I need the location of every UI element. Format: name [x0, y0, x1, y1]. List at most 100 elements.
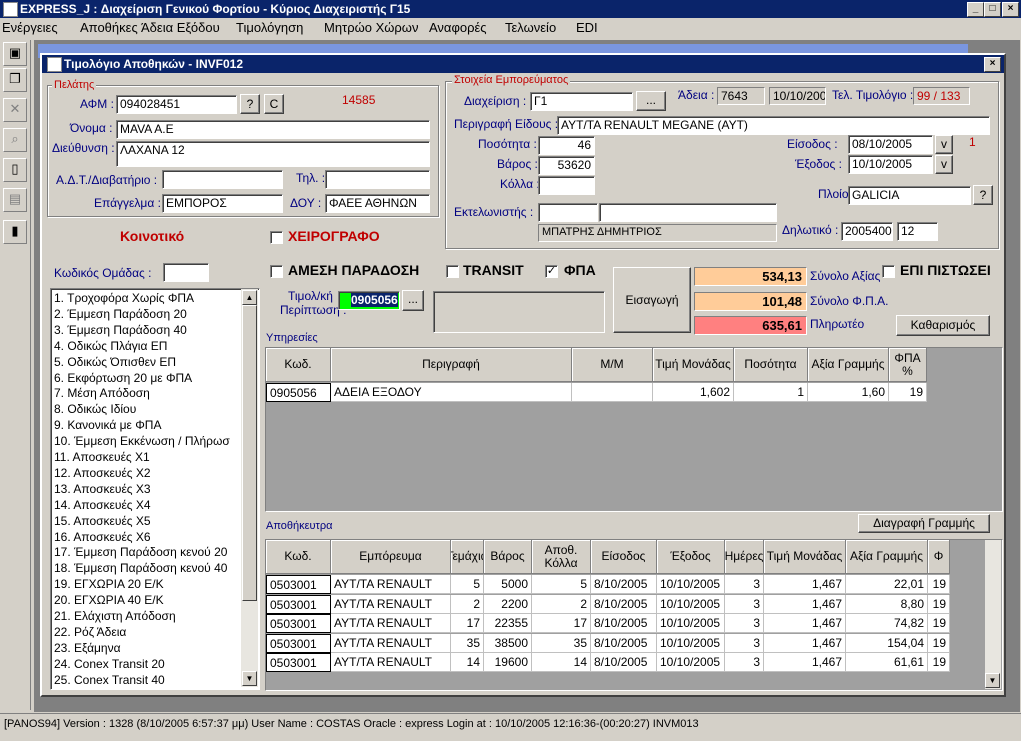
- group-list-item[interactable]: 12. Αποσκευές Χ2: [54, 466, 151, 480]
- table-cell[interactable]: 3: [725, 653, 764, 672]
- management-field[interactable]: Γ1: [530, 92, 633, 111]
- table-cell[interactable]: 1,60: [808, 383, 889, 402]
- group-list-item[interactable]: 24. Conex Transit 20: [54, 657, 165, 671]
- column-header[interactable]: ΦΠΑ %: [889, 348, 927, 382]
- table-cell[interactable]: 0503001: [266, 575, 331, 594]
- table-cell[interactable]: 0905056: [266, 383, 331, 402]
- table-cell[interactable]: 2: [451, 594, 484, 614]
- table-cell[interactable]: 19600: [484, 653, 532, 672]
- table-cell[interactable]: 22355: [484, 614, 532, 633]
- packages-field[interactable]: [538, 176, 595, 195]
- storage-scroll-down-icon[interactable]: ▼: [985, 673, 1000, 688]
- ship-lookup-button[interactable]: ?: [973, 185, 993, 205]
- group-list-item[interactable]: 21. Ελάχιστη Απόδοση: [54, 609, 176, 623]
- table-cell[interactable]: [572, 383, 653, 402]
- menu-exit-permit[interactable]: Άδεια Εξόδου: [141, 20, 220, 35]
- scroll-down-icon[interactable]: ▼: [242, 671, 257, 686]
- id-field[interactable]: [162, 170, 283, 189]
- table-cell[interactable]: 35: [532, 633, 591, 653]
- table-cell[interactable]: ΑΥΤ/ΤΑ RENAULT: [331, 633, 451, 653]
- table-cell[interactable]: 3: [725, 575, 764, 594]
- group-list-item[interactable]: 11. Αποσκευές Χ1: [54, 450, 150, 464]
- table-cell[interactable]: 8/10/2005: [591, 594, 657, 614]
- declaration-field[interactable]: 2005400: [841, 222, 893, 241]
- table-cell[interactable]: 1,467: [764, 633, 846, 653]
- table-cell[interactable]: 74,82: [846, 614, 928, 633]
- table-cell[interactable]: 19: [928, 614, 950, 633]
- declaration-sub-field[interactable]: 12: [897, 222, 938, 241]
- import-button[interactable]: Εισαγωγή: [613, 267, 691, 333]
- group-list-item[interactable]: 7. Μέση Απόδοση: [54, 386, 150, 400]
- quantity-field[interactable]: 46: [538, 136, 595, 155]
- afm-clear-button[interactable]: C: [264, 94, 284, 114]
- phone-field[interactable]: [325, 170, 430, 189]
- table-cell[interactable]: 19: [928, 653, 950, 672]
- menu-edi[interactable]: EDI: [576, 20, 598, 35]
- group-list-item[interactable]: 8. Οδικώς Ιδίου: [54, 402, 136, 416]
- table-cell[interactable]: 1,467: [764, 653, 846, 672]
- group-list-item[interactable]: 23. Εξάμηνα: [54, 641, 121, 655]
- column-header[interactable]: Εμπόρευμα: [331, 540, 451, 574]
- group-list-item[interactable]: 18. Έμμεση Παράδοση κενού 40: [54, 561, 227, 575]
- column-header[interactable]: Αξία Γραμμής: [808, 348, 889, 382]
- case-field[interactable]: 0905056: [338, 291, 400, 310]
- minimize-icon[interactable]: _: [967, 2, 984, 17]
- table-cell[interactable]: 1,602: [653, 383, 734, 402]
- table-cell[interactable]: ΑΥΤ/ΤΑ RENAULT: [331, 614, 451, 633]
- table-cell[interactable]: 0503001: [266, 653, 331, 672]
- afm-field[interactable]: 094028451: [116, 95, 237, 114]
- group-code-field[interactable]: [163, 263, 209, 282]
- table-cell[interactable]: 22,01: [846, 575, 928, 594]
- window-close-icon[interactable]: ×: [984, 57, 1001, 72]
- column-header[interactable]: Έξοδος: [657, 540, 725, 574]
- table-cell[interactable]: 8/10/2005: [591, 575, 657, 594]
- group-list-item[interactable]: 17. Έμμεση Παράδοση κενού 20: [54, 545, 227, 559]
- table-cell[interactable]: 0503001: [266, 594, 331, 614]
- table-cell[interactable]: 19: [928, 575, 950, 594]
- table-cell[interactable]: 10/10/2005: [657, 594, 725, 614]
- table-cell[interactable]: 61,61: [846, 653, 928, 672]
- table-cell[interactable]: 154,04: [846, 633, 928, 653]
- table-cell[interactable]: 10/10/2005: [657, 614, 725, 633]
- table-cell[interactable]: 14: [532, 653, 591, 672]
- direct-delivery-checkbox[interactable]: [270, 265, 283, 278]
- menu-actions[interactable]: Ενέργειες: [2, 20, 58, 35]
- table-cell[interactable]: 38500: [484, 633, 532, 653]
- column-header[interactable]: Κωδ.: [266, 540, 331, 574]
- menu-reports[interactable]: Αναφορές: [429, 20, 487, 35]
- copy-icon[interactable]: ❐: [3, 68, 27, 92]
- group-list-item[interactable]: 5. Οδικώς Όπισθεν ΕΠ: [54, 355, 176, 369]
- group-list-item[interactable]: 4. Οδικώς Πλάγια ΕΠ: [54, 339, 167, 353]
- group-list-item[interactable]: 14. Αποσκευές Χ4: [54, 498, 151, 512]
- table-cell[interactable]: 1,467: [764, 575, 846, 594]
- menu-invoicing[interactable]: Τιμολόγηση: [236, 20, 303, 35]
- exit-date-field[interactable]: 10/10/2005: [848, 155, 933, 174]
- group-list-scrollbar[interactable]: ▲ ▼: [241, 289, 258, 687]
- group-list-item[interactable]: 22. Ρόζ Άδεια: [54, 625, 126, 639]
- table-cell[interactable]: 8/10/2005: [591, 653, 657, 672]
- table-cell[interactable]: ΑΥΤ/ΤΑ RENAULT: [331, 594, 451, 614]
- vat-checkbox[interactable]: ✓: [545, 265, 558, 278]
- table-cell[interactable]: 5: [532, 575, 591, 594]
- table-cell[interactable]: 10/10/2005: [657, 633, 725, 653]
- table-cell[interactable]: 5: [451, 575, 484, 594]
- table-cell[interactable]: 1,467: [764, 594, 846, 614]
- close-icon[interactable]: ×: [1002, 2, 1019, 17]
- table-cell[interactable]: 1,467: [764, 614, 846, 633]
- table-cell[interactable]: 10/10/2005: [657, 653, 725, 672]
- table-cell[interactable]: 3: [725, 633, 764, 653]
- credit-checkbox[interactable]: [882, 265, 895, 278]
- group-list-item[interactable]: 1. Τροχοφόρα Χωρίς ΦΠΑ: [54, 291, 194, 305]
- table-cell[interactable]: 10/10/2005: [657, 575, 725, 594]
- group-list[interactable]: 1. Τροχοφόρα Χωρίς ΦΠΑ 2. Έμμεση Παράδοση…: [50, 288, 260, 690]
- table-cell[interactable]: 2: [532, 594, 591, 614]
- table-cell[interactable]: 19: [928, 594, 950, 614]
- group-list-item[interactable]: 16. Αποσκευές Χ6: [54, 530, 151, 544]
- group-list-item[interactable]: 25. Conex Transit 40: [54, 673, 165, 687]
- table-cell[interactable]: 19: [889, 383, 927, 402]
- column-header[interactable]: Ποσότητα: [734, 348, 808, 382]
- group-list-item[interactable]: 3. Έμμεση Παράδοση 40: [54, 323, 187, 337]
- column-header[interactable]: Μ/Μ: [572, 348, 653, 382]
- table-cell[interactable]: 17: [451, 614, 484, 633]
- group-list-item[interactable]: 20. ΕΓΧΩΡΙΑ 40 Ε/Κ: [54, 593, 164, 607]
